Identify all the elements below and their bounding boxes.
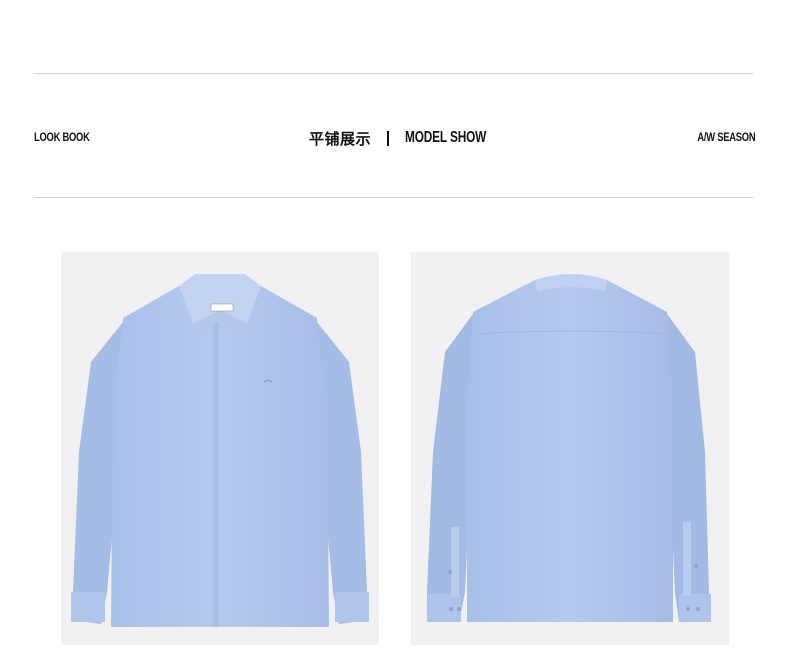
top-divider [34,73,753,74]
title-separator [387,130,390,146]
shirt-back-image [427,274,711,622]
section-title-english: MODEL SHOW [405,129,487,146]
section-title-chinese: 平铺展示 [309,129,372,148]
shirt-front-photo [61,252,379,645]
bottom-divider [34,197,753,198]
shirt-back-photo [411,252,729,645]
section-title: 平铺展示 MODEL SHOW [309,126,515,150]
season-label: A/W SEASON [697,130,755,144]
look-book-label: LOOK BOOK [34,130,90,144]
shirt-front-image [71,274,369,627]
